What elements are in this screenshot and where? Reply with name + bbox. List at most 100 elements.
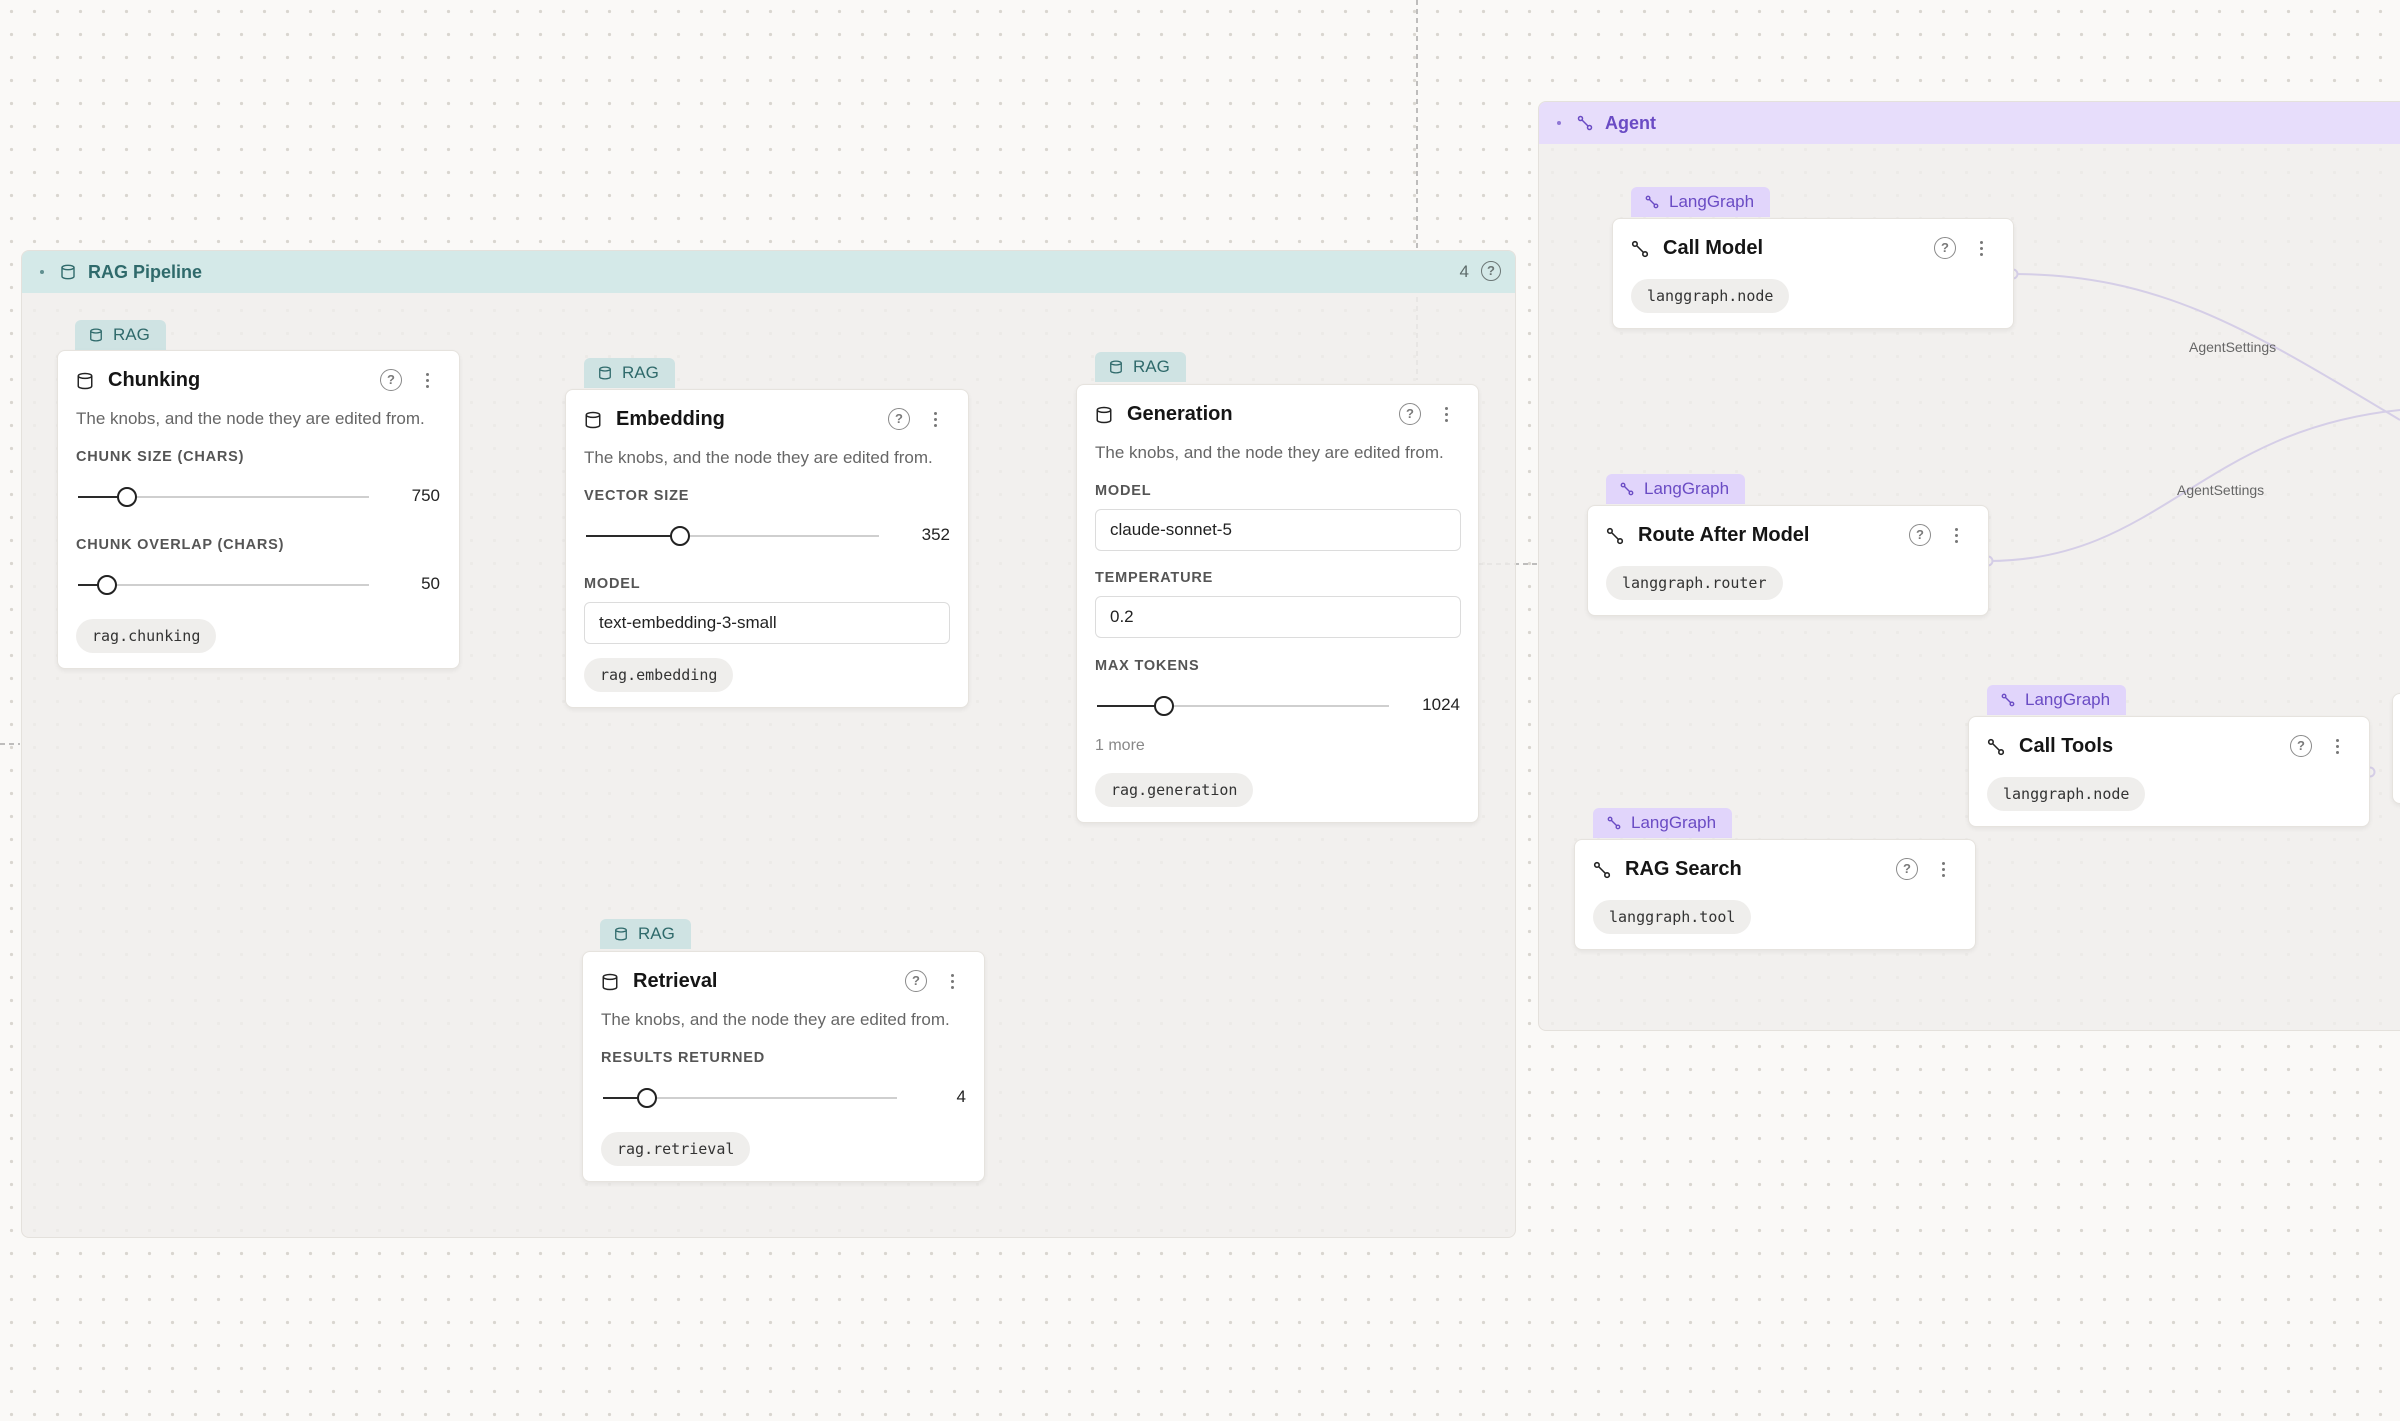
node-route-after-model[interactable]: Route After Model ? langgraph.router — [1587, 505, 1989, 616]
help-icon[interactable]: ? — [888, 408, 910, 430]
slider-thumb[interactable] — [637, 1088, 658, 1108]
group-title: RAG Pipeline — [88, 261, 203, 282]
graph-edge-icon — [1606, 527, 1624, 545]
database-icon — [601, 973, 619, 991]
node-embedding[interactable]: Embedding ? The knobs, and the node they… — [565, 389, 969, 708]
database-icon — [584, 411, 602, 429]
field-label-chunk-size: CHUNK SIZE (CHARS) — [76, 449, 245, 465]
collapse-dot-icon[interactable] — [40, 270, 44, 274]
node-chunking[interactable]: Chunking ? The knobs, and the node they … — [57, 350, 460, 669]
more-fields-link[interactable]: 1 more — [1095, 737, 1145, 755]
node-description: The knobs, and the node they are edited … — [76, 409, 425, 428]
tag-label: LangGraph — [1631, 813, 1717, 832]
node-offscreen-partial[interactable] — [2392, 693, 2400, 804]
node-call-model[interactable]: Call Model ? langgraph.node — [1612, 218, 2014, 329]
node-title-text: Retrieval — [633, 970, 718, 992]
node-type-chip: langgraph.tool — [1593, 900, 1752, 934]
field-label-model: MODEL — [584, 576, 641, 592]
node-title-text: Chunking — [108, 369, 201, 391]
more-vertical-icon[interactable] — [1938, 857, 1948, 881]
tag-label: LangGraph — [1644, 479, 1730, 498]
node-title: Call Model — [1631, 237, 1763, 260]
node-title-text: Generation — [1127, 403, 1233, 425]
tag-label: LangGraph — [1669, 192, 1755, 211]
field-label-chunk-overlap: CHUNK OVERLAP (CHARS) — [76, 537, 285, 553]
more-vertical-icon[interactable] — [1441, 402, 1451, 426]
more-vertical-icon[interactable] — [947, 969, 957, 993]
help-icon[interactable]: ? — [905, 970, 927, 992]
field-label-max-tokens: MAX TOKENS — [1095, 658, 1200, 674]
node-description: The knobs, and the node they are edited … — [584, 448, 933, 467]
node-title-text: Route After Model — [1638, 524, 1810, 546]
slider-thumb[interactable] — [97, 575, 118, 595]
node-type-chip: rag.generation — [1095, 773, 1254, 807]
more-vertical-icon[interactable] — [1976, 236, 1986, 260]
node-rag-search[interactable]: RAG Search ? langgraph.tool — [1574, 839, 1976, 950]
field-label-model: MODEL — [1095, 483, 1152, 499]
help-icon[interactable]: ? — [1896, 858, 1918, 880]
tag-label: RAG — [1133, 357, 1170, 376]
tag-label: RAG — [622, 363, 659, 382]
node-tag-langgraph: LangGraph — [1631, 187, 1771, 217]
graph-edge-icon — [1620, 482, 1634, 496]
model-input[interactable]: claude-sonnet-5 — [1095, 509, 1461, 551]
node-description: The knobs, and the node they are edited … — [601, 1010, 950, 1029]
group-header[interactable]: RAG Pipeline 4 ? — [22, 251, 1515, 293]
node-title-text: Call Model — [1663, 237, 1764, 259]
node-type-chip: langgraph.router — [1606, 566, 1783, 600]
collapse-dot-icon[interactable] — [1557, 121, 1561, 125]
database-icon — [614, 927, 628, 941]
slider-value: 352 — [921, 525, 950, 544]
slider-vector-size[interactable] — [586, 526, 879, 546]
group-title: Agent — [1605, 112, 1656, 133]
slider-chunk-overlap[interactable] — [78, 575, 369, 595]
node-title: Generation — [1095, 403, 1233, 426]
slider-value: 750 — [411, 486, 440, 505]
slider-value: 4 — [956, 1087, 966, 1106]
node-type-chip: rag.retrieval — [601, 1132, 751, 1166]
node-title: Call Tools — [1987, 735, 2113, 758]
edge-label: AgentSettings — [2177, 482, 2265, 498]
node-generation[interactable]: Generation ? The knobs, and the node the… — [1076, 384, 1479, 823]
help-icon[interactable]: ? — [1909, 524, 1931, 546]
slider-thumb[interactable] — [117, 487, 138, 507]
more-vertical-icon[interactable] — [1951, 523, 1961, 547]
node-title: Retrieval — [601, 970, 718, 993]
slider-chunk-size[interactable] — [78, 487, 369, 507]
tag-label: LangGraph — [2025, 690, 2111, 709]
database-icon — [89, 328, 103, 342]
node-title: Chunking — [76, 369, 200, 392]
help-icon[interactable]: ? — [1934, 237, 1956, 259]
database-icon — [598, 366, 612, 380]
help-icon[interactable]: ? — [2290, 735, 2312, 757]
graph-edge-icon — [1593, 861, 1611, 879]
group-header[interactable]: Agent — [1539, 102, 2400, 144]
tag-label: RAG — [638, 924, 675, 943]
slider-thumb[interactable] — [1154, 696, 1175, 716]
node-retrieval[interactable]: Retrieval ? The knobs, and the node they… — [582, 951, 985, 1182]
tag-label: RAG — [113, 325, 150, 344]
node-type-chip: rag.chunking — [76, 619, 217, 653]
slider-max-tokens[interactable] — [1097, 696, 1389, 716]
node-title-text: Call Tools — [2019, 735, 2114, 757]
graph-edge-icon — [1987, 738, 2005, 756]
slider-value: 1024 — [1422, 695, 1460, 714]
node-tag-rag: RAG — [1095, 352, 1186, 382]
slider-results-returned[interactable] — [603, 1088, 897, 1108]
more-vertical-icon[interactable] — [930, 407, 940, 431]
help-icon[interactable]: ? — [1481, 261, 1501, 281]
help-icon[interactable]: ? — [1399, 403, 1421, 425]
group-node-count: 4 — [1459, 262, 1469, 281]
temperature-input[interactable]: 0.2 — [1095, 596, 1461, 638]
edge-label: AgentSettings — [2189, 339, 2277, 355]
node-call-tools[interactable]: Call Tools ? langgraph.node — [1968, 716, 2370, 827]
node-title-text: Embedding — [616, 408, 725, 430]
more-vertical-icon[interactable] — [2332, 734, 2342, 758]
node-tag-rag: RAG — [584, 358, 675, 388]
model-input[interactable]: text-embedding-3-small — [584, 602, 950, 644]
more-vertical-icon[interactable] — [422, 368, 432, 392]
help-icon[interactable]: ? — [380, 369, 402, 391]
slider-thumb[interactable] — [669, 526, 690, 546]
database-icon — [1109, 360, 1123, 374]
slider-value: 50 — [421, 574, 440, 593]
